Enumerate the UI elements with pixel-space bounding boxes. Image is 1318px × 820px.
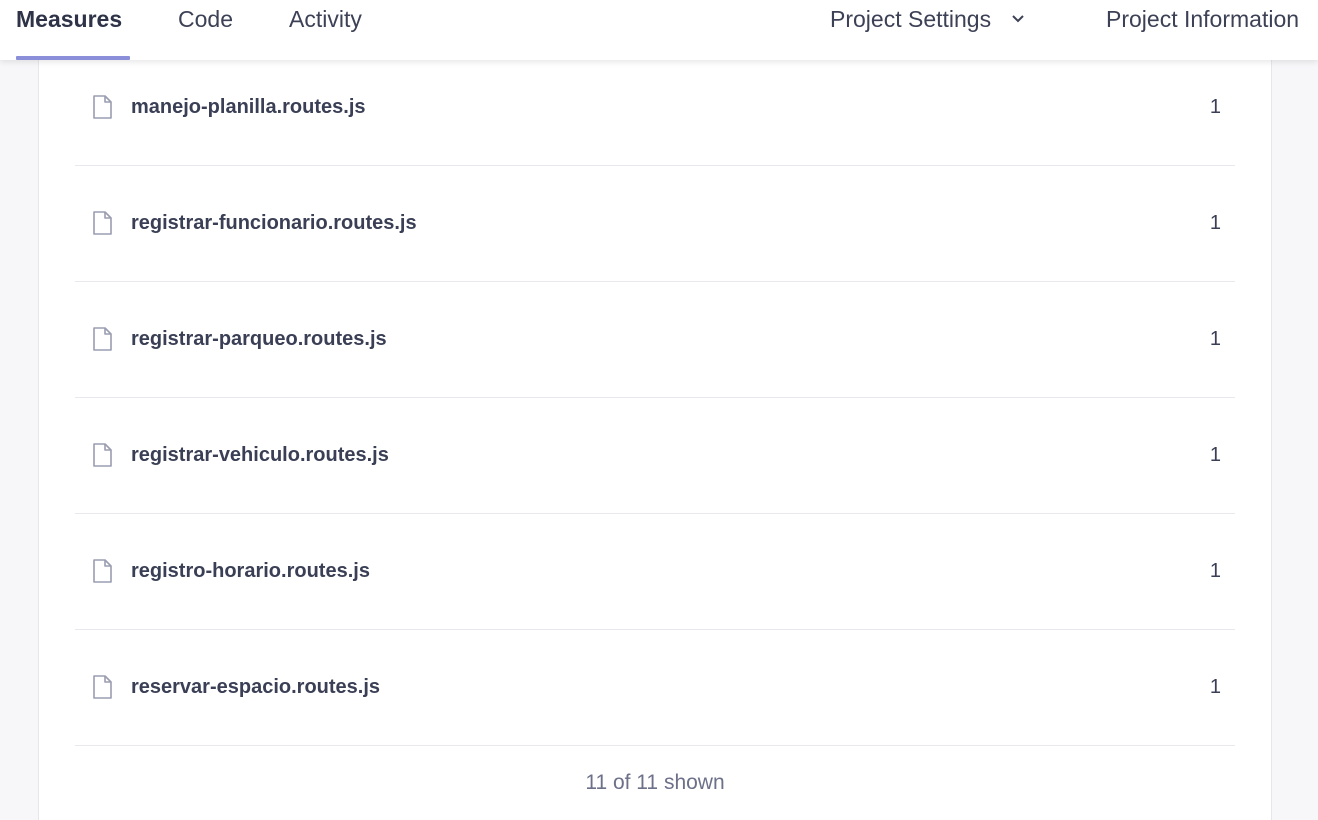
file-name[interactable]: registrar-vehiculo.routes.js	[131, 444, 389, 467]
chevron-down-icon	[1012, 15, 1025, 23]
file-row[interactable]: registrar-funcionario.routes.js 1	[75, 165, 1235, 282]
project-settings-label: Project Settings	[830, 6, 992, 32]
file-name[interactable]: reservar-espacio.routes.js	[131, 676, 380, 699]
file-value: 1	[1209, 212, 1221, 234]
file-row[interactable]: manejo-planilla.routes.js 1	[75, 49, 1235, 166]
file-value: 1	[1209, 560, 1221, 582]
active-tab-indicator	[16, 56, 130, 60]
file-name[interactable]: registro-horario.routes.js	[131, 560, 370, 583]
file-icon	[93, 95, 112, 119]
tab-code[interactable]: Code	[178, 0, 233, 60]
file-row[interactable]: registrar-vehiculo.routes.js 1	[75, 397, 1235, 514]
file-value: 1	[1209, 444, 1221, 466]
file-icon	[93, 327, 112, 351]
file-icon	[93, 443, 112, 467]
shown-count: 11 of 11 shown	[585, 771, 725, 794]
file-icon	[93, 559, 112, 583]
file-name[interactable]: manejo-planilla.routes.js	[131, 96, 366, 119]
file-row[interactable]: registro-horario.routes.js 1	[75, 513, 1235, 630]
project-settings-menu[interactable]: Project Settings	[830, 0, 1025, 60]
file-name[interactable]: registrar-funcionario.routes.js	[131, 212, 417, 235]
file-value: 1	[1209, 328, 1221, 350]
file-value: 1	[1209, 676, 1221, 698]
file-value: 1	[1209, 96, 1221, 118]
file-name[interactable]: registrar-parqueo.routes.js	[131, 328, 387, 351]
file-row[interactable]: reservar-espacio.routes.js 1	[75, 629, 1235, 746]
file-row[interactable]: registrar-parqueo.routes.js 1	[75, 281, 1235, 398]
project-information-link[interactable]: Project Information	[1106, 0, 1299, 60]
files-panel: manejo-planilla.routes.js 1 registrar-fu…	[38, 60, 1272, 820]
tab-measures[interactable]: Measures	[16, 0, 122, 60]
top-navigation: Measures Code Activity Project Settings …	[0, 0, 1318, 60]
file-icon	[93, 211, 112, 235]
file-icon	[93, 675, 112, 699]
tab-activity[interactable]: Activity	[289, 0, 362, 60]
